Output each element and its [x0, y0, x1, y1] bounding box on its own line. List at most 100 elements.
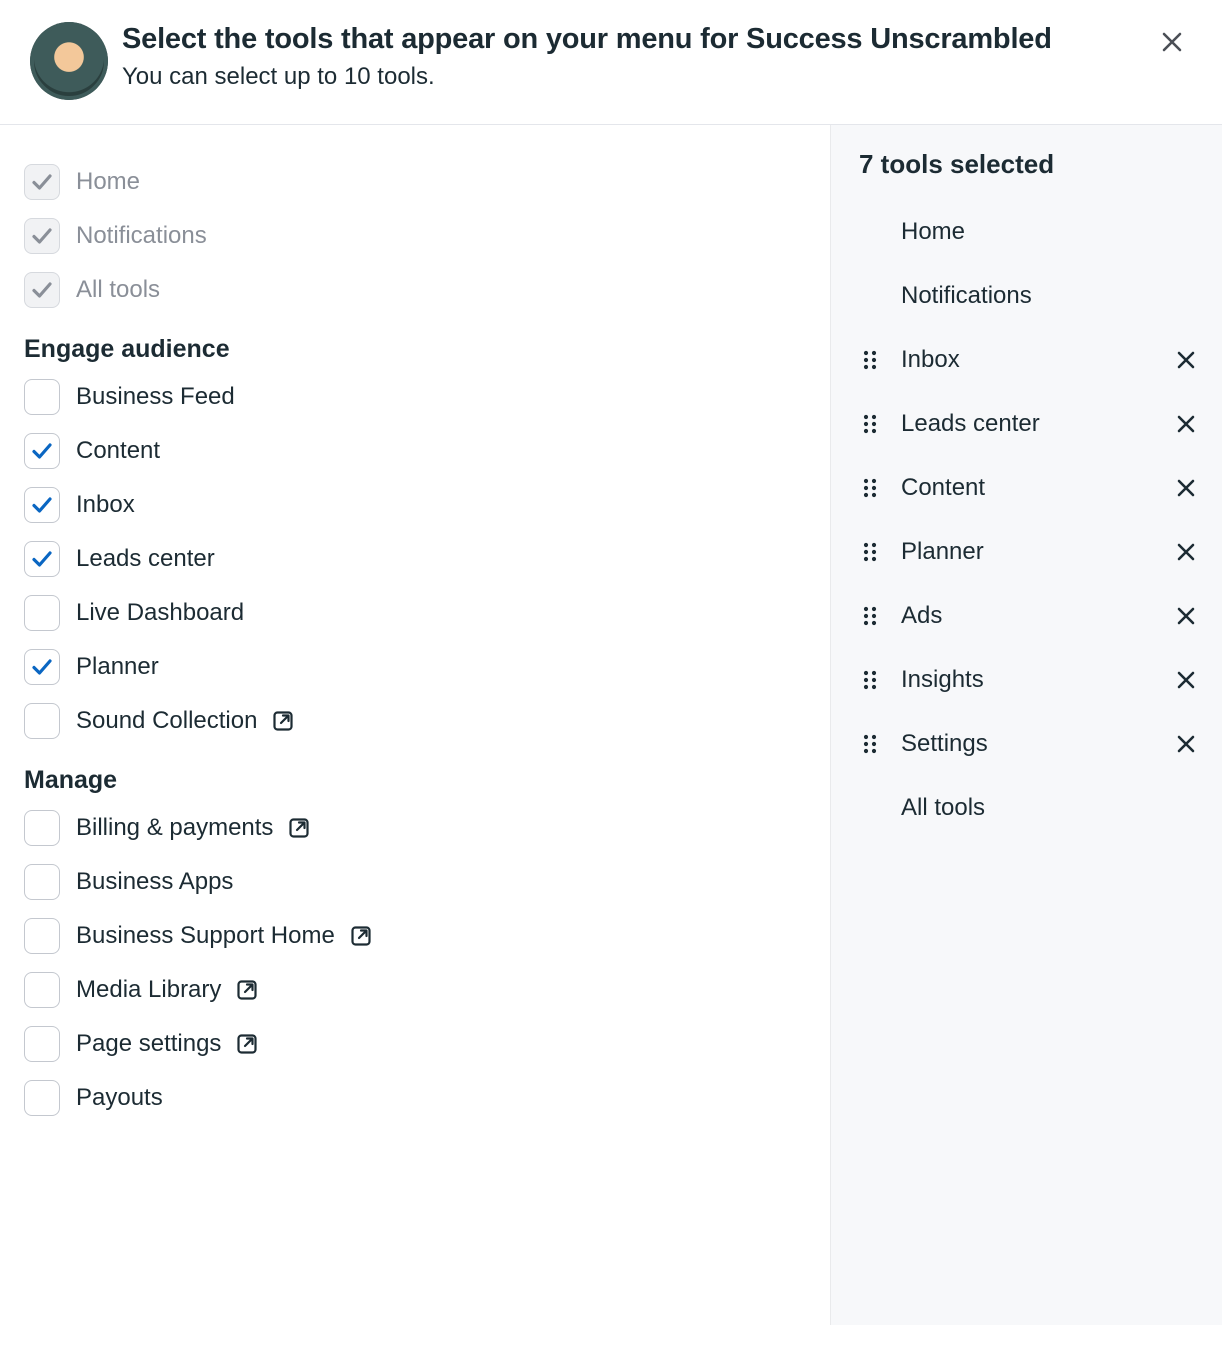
drag-handle-icon[interactable] [859, 732, 881, 756]
tool-item-media-library[interactable]: Media Library [24, 963, 806, 1017]
tool-label: Leads center [76, 545, 215, 573]
external-link-icon [349, 924, 373, 948]
dialog-header: Select the tools that appear on your men… [0, 0, 1222, 125]
checkbox-business-apps[interactable] [24, 864, 60, 900]
tool-label: Planner [76, 653, 159, 681]
checkbox-content[interactable] [24, 433, 60, 469]
selected-item-all-tools: All tools [859, 776, 1202, 840]
selected-label: Ads [901, 602, 1170, 630]
checkbox-billing-payments[interactable] [24, 810, 60, 846]
drag-handle-icon[interactable] [859, 668, 881, 692]
selected-item-ads[interactable]: Ads [859, 584, 1202, 648]
remove-button-settings[interactable] [1170, 728, 1202, 760]
tool-label: Home [76, 168, 140, 196]
drag-handle-icon[interactable] [859, 540, 881, 564]
external-link-icon [235, 1032, 259, 1056]
drag-handle-icon[interactable] [859, 412, 881, 436]
checkbox-live-dashboard[interactable] [24, 595, 60, 631]
tool-item-business-feed[interactable]: Business Feed [24, 370, 806, 424]
selected-label: Content [901, 474, 1170, 502]
tool-label: Live Dashboard [76, 599, 244, 627]
checkbox-business-support-home[interactable] [24, 918, 60, 954]
tool-label: Page settings [76, 1030, 221, 1058]
tool-item-home: Home [24, 155, 806, 209]
tool-item-billing-payments[interactable]: Billing & payments [24, 801, 806, 855]
tool-item-live-dashboard[interactable]: Live Dashboard [24, 586, 806, 640]
tool-item-inbox[interactable]: Inbox [24, 478, 806, 532]
checkbox-business-feed[interactable] [24, 379, 60, 415]
selected-label: Leads center [901, 410, 1170, 438]
remove-button-inbox[interactable] [1170, 344, 1202, 376]
selected-item-insights[interactable]: Insights [859, 648, 1202, 712]
tool-label: Content [76, 437, 160, 465]
dialog-subtitle: You can select up to 10 tools. [122, 63, 1152, 91]
checkbox-inbox[interactable] [24, 487, 60, 523]
selected-label: Home [901, 218, 1202, 246]
tool-item-notifications: Notifications [24, 209, 806, 263]
dialog-title: Select the tools that appear on your men… [122, 22, 1152, 57]
selected-label: Settings [901, 730, 1170, 758]
selected-label: Insights [901, 666, 1170, 694]
tool-label: Inbox [76, 491, 135, 519]
remove-button-content[interactable] [1170, 472, 1202, 504]
selected-item-leads-center[interactable]: Leads center [859, 392, 1202, 456]
selected-item-settings[interactable]: Settings [859, 712, 1202, 776]
checkbox-notifications [24, 218, 60, 254]
dialog-body: Home Notifications All tools Engage audienc… [0, 125, 1222, 1325]
tool-label: Sound Collection [76, 707, 257, 735]
external-link-icon [271, 709, 295, 733]
tool-label: Business Apps [76, 868, 233, 896]
tool-label: Notifications [76, 222, 207, 250]
tool-item-business-support-home[interactable]: Business Support Home [24, 909, 806, 963]
tool-item-payouts[interactable]: Payouts [24, 1071, 806, 1125]
selected-item-inbox[interactable]: Inbox [859, 328, 1202, 392]
tool-label: Billing & payments [76, 814, 273, 842]
checkbox-all-tools [24, 272, 60, 308]
drag-handle-icon[interactable] [859, 476, 881, 500]
tool-label: Payouts [76, 1084, 163, 1112]
external-link-icon [235, 978, 259, 1002]
checkbox-sound-collection[interactable] [24, 703, 60, 739]
tool-item-all-tools: All tools [24, 263, 806, 317]
remove-button-insights[interactable] [1170, 664, 1202, 696]
drag-handle-icon[interactable] [859, 604, 881, 628]
selected-label: Planner [901, 538, 1170, 566]
close-button[interactable] [1152, 22, 1192, 62]
header-text: Select the tools that appear on your men… [122, 22, 1152, 91]
selected-label: All tools [901, 794, 1202, 822]
selected-item-notifications: Notifications [859, 264, 1202, 328]
tool-label: Media Library [76, 976, 221, 1004]
drag-handle-icon[interactable] [859, 348, 881, 372]
page-avatar [30, 22, 108, 100]
checkbox-payouts[interactable] [24, 1080, 60, 1116]
selected-label: Notifications [901, 282, 1202, 310]
tool-item-planner[interactable]: Planner [24, 640, 806, 694]
tool-label: Business Support Home [76, 922, 335, 950]
external-link-icon [287, 816, 311, 840]
checkbox-page-settings[interactable] [24, 1026, 60, 1062]
tool-item-business-apps[interactable]: Business Apps [24, 855, 806, 909]
selected-list: Home Notifications Inbox Leads center Conten… [859, 200, 1202, 840]
tool-label: Business Feed [76, 383, 235, 411]
tool-label: All tools [76, 276, 160, 304]
selected-label: Inbox [901, 346, 1170, 374]
remove-button-leads-center[interactable] [1170, 408, 1202, 440]
remove-button-planner[interactable] [1170, 536, 1202, 568]
checkbox-media-library[interactable] [24, 972, 60, 1008]
selected-item-content[interactable]: Content [859, 456, 1202, 520]
remove-button-ads[interactable] [1170, 600, 1202, 632]
selected-item-planner[interactable]: Planner [859, 520, 1202, 584]
tool-item-content[interactable]: Content [24, 424, 806, 478]
tool-item-sound-collection[interactable]: Sound Collection [24, 694, 806, 748]
selected-pane: 7 tools selected Home Notifications Inbox L… [830, 125, 1222, 1325]
tool-item-page-settings[interactable]: Page settings [24, 1017, 806, 1071]
selected-count-title: 7 tools selected [859, 149, 1202, 180]
selected-item-home: Home [859, 200, 1202, 264]
tool-list-pane: Home Notifications All tools Engage audienc… [0, 125, 830, 1325]
checkbox-leads-center[interactable] [24, 541, 60, 577]
section-title: Engage audience [24, 335, 806, 364]
tool-item-leads-center[interactable]: Leads center [24, 532, 806, 586]
section-title: Manage [24, 766, 806, 795]
checkbox-planner[interactable] [24, 649, 60, 685]
close-icon [1161, 31, 1183, 53]
